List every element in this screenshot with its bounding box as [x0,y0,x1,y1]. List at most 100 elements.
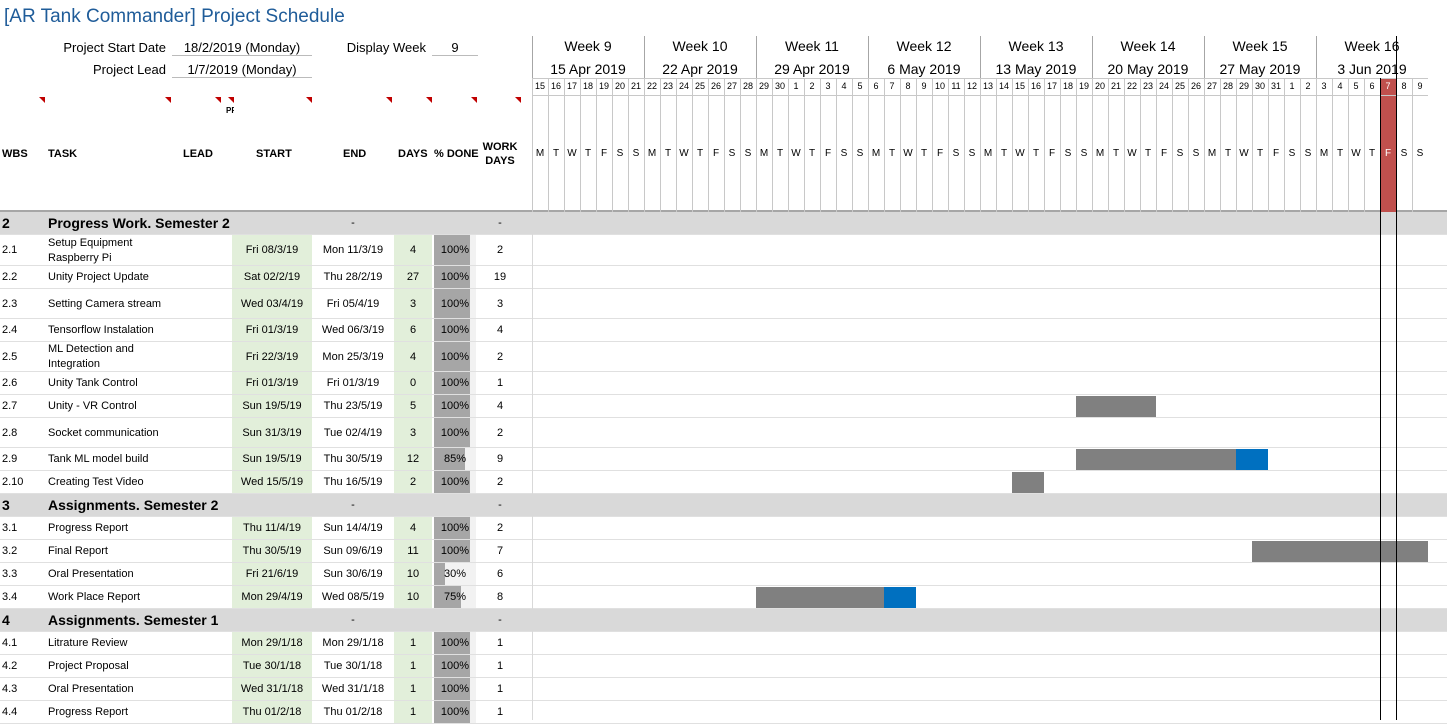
filter-flag-predecessor[interactable] [228,97,234,103]
task-days[interactable]: 6 [394,319,432,342]
table-row[interactable]: 2.1 Setup Equipment Raspberry Pi Fri 08/3/… [0,235,1447,266]
project-lead-field[interactable]: 1/7/2019 (Monday) [172,62,312,78]
task-days[interactable]: 11 [394,540,432,563]
gantt-bar-done[interactable] [1012,472,1044,493]
task-start[interactable]: Tue 30/1/18 [232,655,312,678]
task-start[interactable]: Fri 21/6/19 [232,563,312,586]
task-days[interactable]: 4 [394,235,432,266]
task-days[interactable]: 10 [394,563,432,586]
task-days[interactable]: 27 [394,266,432,289]
task-days[interactable]: 3 [394,289,432,319]
task-start[interactable]: Wed 03/4/19 [232,289,312,319]
task-progress[interactable]: 100% [434,319,476,342]
task-progress[interactable]: 100% [434,395,476,418]
task-name: Unity Tank Control [48,377,138,389]
task-progress[interactable]: 100% [434,266,476,289]
task-progress[interactable]: 100% [434,235,476,266]
task-progress[interactable]: 100% [434,418,476,448]
filter-flag-end[interactable] [386,97,392,103]
task-progress[interactable]: 85% [434,448,476,471]
day-letter: M [1319,148,1329,159]
task-days[interactable]: 3 [394,418,432,448]
gantt-bar-done[interactable] [1252,541,1428,562]
task-days[interactable]: 0 [394,372,432,395]
table-row[interactable]: 2.5 ML Detection and Integration Fri 22/3/… [0,342,1447,372]
table-row[interactable]: 3.2 Final Report Thu 30/5/19 Sun 09/6/19 11 1… [0,540,1447,563]
task-start[interactable]: Sun 19/5/19 [232,448,312,471]
table-row[interactable]: 3.1 Progress Report Thu 11/4/19 Sun 14/4/19… [0,517,1447,540]
table-row[interactable]: 2.4 Tensorflow Instalation Fri 01/3/19 Wed … [0,319,1447,342]
gantt-bar-remaining[interactable] [884,587,916,608]
task-progress[interactable]: 100% [434,517,476,540]
table-row[interactable]: 2.6 Unity Tank Control Fri 01/3/19 Fri 01/3… [0,372,1447,395]
table-row[interactable]: 4.4 Progress Report Thu 01/2/18 Thu 01/2/18… [0,701,1447,724]
task-start[interactable]: Sun 31/3/19 [232,418,312,448]
filter-flag-task[interactable] [165,97,171,103]
task-start[interactable]: Mon 29/4/19 [232,586,312,609]
filter-flag-done[interactable] [471,97,477,103]
task-start[interactable]: Thu 11/4/19 [232,517,312,540]
task-start[interactable]: Fri 01/3/19 [232,372,312,395]
task-start[interactable]: Fri 08/3/19 [232,235,312,266]
task-days[interactable]: 4 [394,517,432,540]
table-row[interactable]: 2.9 Tank ML model build Sun 19/5/19 Thu 30/… [0,448,1447,471]
table-row[interactable]: 2.3 Setting Camera stream Wed 03/4/19 Fri 0… [0,289,1447,319]
task-days[interactable]: 1 [394,678,432,701]
filter-flag-start[interactable] [306,97,312,103]
table-row[interactable]: 2.8 Socket communication Sun 31/3/19 Tue 02… [0,418,1447,448]
task-days[interactable]: 10 [394,586,432,609]
task-start[interactable]: Sun 19/5/19 [232,395,312,418]
task-days[interactable]: 2 [394,471,432,494]
task-days[interactable]: 1 [394,701,432,724]
task-progress[interactable]: 75% [434,586,476,609]
task-progress[interactable]: 100% [434,678,476,701]
section-row[interactable]: 2 Progress Work. Semester 2 - - [0,212,1447,235]
task-start[interactable]: Wed 15/5/19 [232,471,312,494]
section-row[interactable]: 3 Assignments. Semester 2 - - [0,494,1447,517]
filter-flag-lead[interactable] [215,97,221,103]
table-row[interactable]: 2.10 Creating Test Video Wed 15/5/19 Thu 16… [0,471,1447,494]
gantt-bar-done[interactable] [1076,449,1236,470]
table-row[interactable]: 2.7 Unity - VR Control Sun 19/5/19 Thu 23/5… [0,395,1447,418]
task-progress[interactable]: 100% [434,372,476,395]
task-progress[interactable]: 100% [434,632,476,655]
task-days[interactable]: 1 [394,655,432,678]
task-progress[interactable]: 100% [434,289,476,319]
task-progress[interactable]: 100% [434,342,476,372]
task-days[interactable]: 1 [394,632,432,655]
task-done-percent: 100% [440,683,470,695]
filter-flag-work-days[interactable] [515,97,521,103]
task-progress[interactable]: 30% [434,563,476,586]
week-label: Week 14 [1120,38,1176,54]
task-done-percent: 100% [440,377,470,389]
section-row[interactable]: 4 Assignments. Semester 1 - - [0,609,1447,632]
gantt-bar-remaining[interactable] [1236,449,1268,470]
task-progress[interactable]: 100% [434,701,476,724]
project-start-field[interactable]: 18/2/2019 (Monday) [172,40,312,56]
task-start[interactable]: Wed 31/1/18 [232,678,312,701]
display-week-field[interactable]: 9 [432,40,478,56]
day-letter: S [1400,148,1408,159]
task-start[interactable]: Sat 02/2/19 [232,266,312,289]
table-row[interactable]: 2.2 Unity Project Update Sat 02/2/19 Thu 28… [0,266,1447,289]
task-start[interactable]: Thu 01/2/18 [232,701,312,724]
gantt-bar-done[interactable] [1076,396,1156,417]
task-start[interactable]: Thu 30/5/19 [232,540,312,563]
task-days[interactable]: 4 [394,342,432,372]
task-days[interactable]: 5 [394,395,432,418]
task-progress[interactable]: 100% [434,540,476,563]
filter-flag-days[interactable] [426,97,432,103]
task-progress[interactable]: 100% [434,471,476,494]
task-start[interactable]: Fri 22/3/19 [232,342,312,372]
table-row[interactable]: 3.4 Work Place Report Mon 29/4/19 Wed 08/5/… [0,586,1447,609]
filter-flag-wbs[interactable] [39,97,45,103]
gantt-bar-done[interactable] [756,587,884,608]
task-start[interactable]: Fri 01/3/19 [232,319,312,342]
task-days[interactable]: 12 [394,448,432,471]
table-row[interactable]: 3.3 Oral Presentation Fri 21/6/19 Sun 30/6/… [0,563,1447,586]
task-progress[interactable]: 100% [434,655,476,678]
table-row[interactable]: 4.1 Litrature Review Mon 29/1/18 Mon 29/1/1… [0,632,1447,655]
task-start[interactable]: Mon 29/1/18 [232,632,312,655]
table-row[interactable]: 4.3 Oral Presentation Wed 31/1/18 Wed 31/1/… [0,678,1447,701]
table-row[interactable]: 4.2 Project Proposal Tue 30/1/18 Tue 30/1/1… [0,655,1447,678]
